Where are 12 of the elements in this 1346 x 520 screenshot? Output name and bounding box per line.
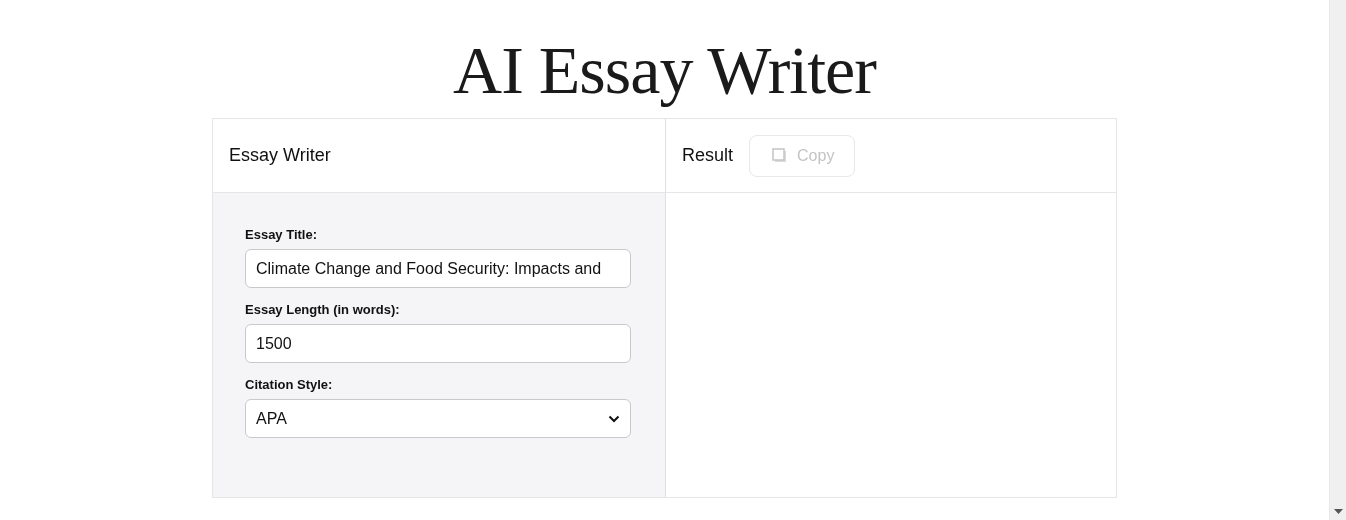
panel-title: Essay Writer (229, 145, 331, 166)
chevron-down-icon (608, 414, 620, 423)
field-label: Essay Title: (245, 227, 318, 242)
panel-title: Result (682, 145, 734, 166)
citation-style-dropdown[interactable]: APA (245, 399, 631, 438)
page-title: AI Essay Writer (453, 31, 876, 110)
text-input-field[interactable]: Climate Change and Food Security: Impacts and (245, 249, 631, 288)
scroll-down-icon[interactable] (1333, 509, 1343, 514)
text-input-field[interactable]: 1500 (245, 324, 631, 363)
copy-icon (772, 148, 788, 163)
field-label: Citation Style: (245, 377, 333, 392)
field-label: Essay Length (in words): (245, 302, 400, 317)
